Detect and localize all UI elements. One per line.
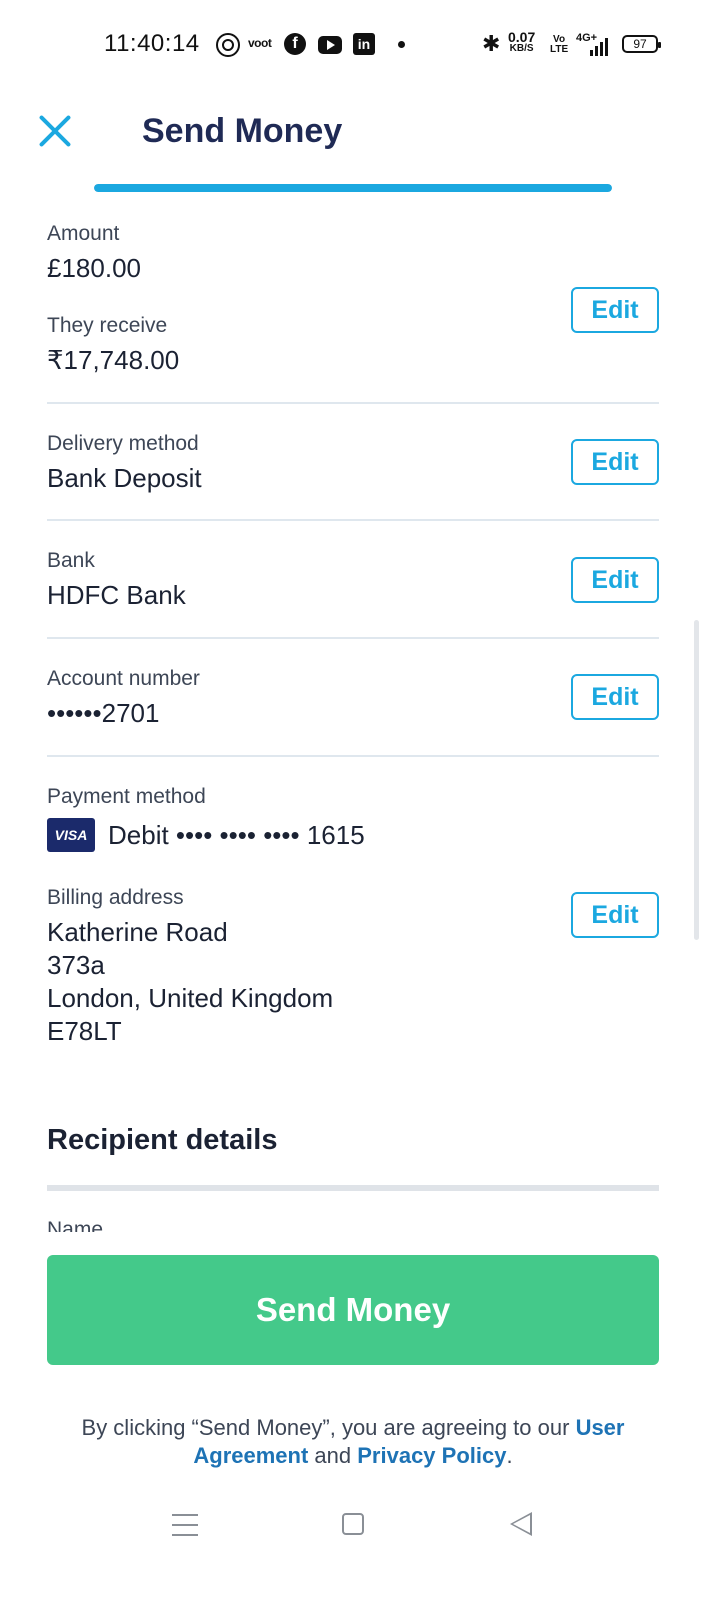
edit-amount-button[interactable]: Edit	[571, 287, 659, 333]
divider	[47, 637, 659, 639]
amount-label: Amount	[47, 222, 120, 245]
signal-icon	[590, 38, 608, 56]
delivery-method-label: Delivery method	[47, 432, 199, 455]
edit-payment-button[interactable]: Edit	[571, 892, 659, 938]
progress-bar-fill	[94, 184, 612, 192]
section-divider	[47, 1185, 659, 1191]
bluetooth-icon: ✱	[482, 31, 501, 56]
billing-address-line4: E78LT	[47, 1016, 122, 1046]
facebook-icon: f	[284, 33, 306, 55]
linkedin-icon: in	[353, 33, 375, 55]
back-icon[interactable]	[510, 1512, 532, 1536]
account-number-value: ••••••2701	[47, 698, 160, 728]
edit-delivery-method-button[interactable]: Edit	[571, 439, 659, 485]
agreement-middle: and	[308, 1443, 358, 1468]
visa-card-icon: VISA	[47, 818, 95, 852]
menu-icon[interactable]	[172, 1514, 198, 1536]
recipient-name-label: Name	[47, 1218, 104, 1232]
delivery-method-value: Bank Deposit	[47, 463, 202, 493]
agreement-prefix: By clicking “Send Money”, you are agreei…	[81, 1415, 576, 1440]
edit-account-number-button[interactable]: Edit	[571, 674, 659, 720]
receive-label: They receive	[47, 314, 168, 337]
bank-label: Bank	[47, 549, 95, 572]
divider	[47, 519, 659, 521]
privacy-policy-link[interactable]: Privacy Policy	[357, 1443, 506, 1468]
billing-address-line2: 373a	[47, 950, 105, 980]
voot-icon: voot	[248, 36, 272, 50]
payment-method-label: Payment method	[47, 785, 206, 808]
divider	[47, 402, 659, 404]
network-speed: 0.07 KB/S	[508, 30, 535, 55]
more-notifications-icon	[398, 41, 405, 48]
recipient-details-title: Recipient details	[47, 1124, 278, 1156]
receive-value: ₹17,748.00	[47, 345, 180, 375]
volte-indicator: Vo LTE	[550, 35, 568, 55]
bank-value: HDFC Bank	[47, 580, 186, 610]
page-title: Send Money	[142, 112, 343, 150]
youtube-icon	[318, 36, 342, 54]
account-number-label: Account number	[47, 667, 200, 690]
billing-address-line3: London, United Kingdom	[47, 983, 334, 1013]
whatsapp-icon	[216, 33, 240, 57]
status-time: 11:40:14	[104, 30, 200, 57]
agreement-suffix: .	[506, 1443, 513, 1468]
volte-bottom: LTE	[550, 44, 569, 55]
send-money-button[interactable]: Send Money	[47, 1255, 659, 1365]
divider	[47, 755, 659, 757]
home-icon[interactable]	[342, 1513, 364, 1535]
scrollbar[interactable]	[694, 620, 699, 940]
payment-method-value: Debit •••• •••• •••• 1615	[108, 820, 365, 850]
battery-icon: 97	[622, 35, 661, 53]
review-details[interactable]: Amount £180.00 They receive ₹17,748.00 E…	[0, 210, 720, 1232]
amount-value: £180.00	[47, 253, 141, 283]
edit-bank-button[interactable]: Edit	[571, 557, 659, 603]
close-icon[interactable]	[36, 112, 74, 150]
billing-address-line1: Katherine Road	[47, 917, 228, 947]
network-speed-unit: KB/S	[509, 43, 534, 54]
agreement-text: By clicking “Send Money”, you are agreei…	[47, 1414, 659, 1470]
billing-address-label: Billing address	[47, 886, 184, 909]
status-bar: 11:40:14 voot f in ✱ 0.07 KB/S Vo LTE 4G…	[0, 0, 720, 90]
battery-level: 97	[633, 37, 647, 51]
progress-bar	[94, 184, 612, 192]
